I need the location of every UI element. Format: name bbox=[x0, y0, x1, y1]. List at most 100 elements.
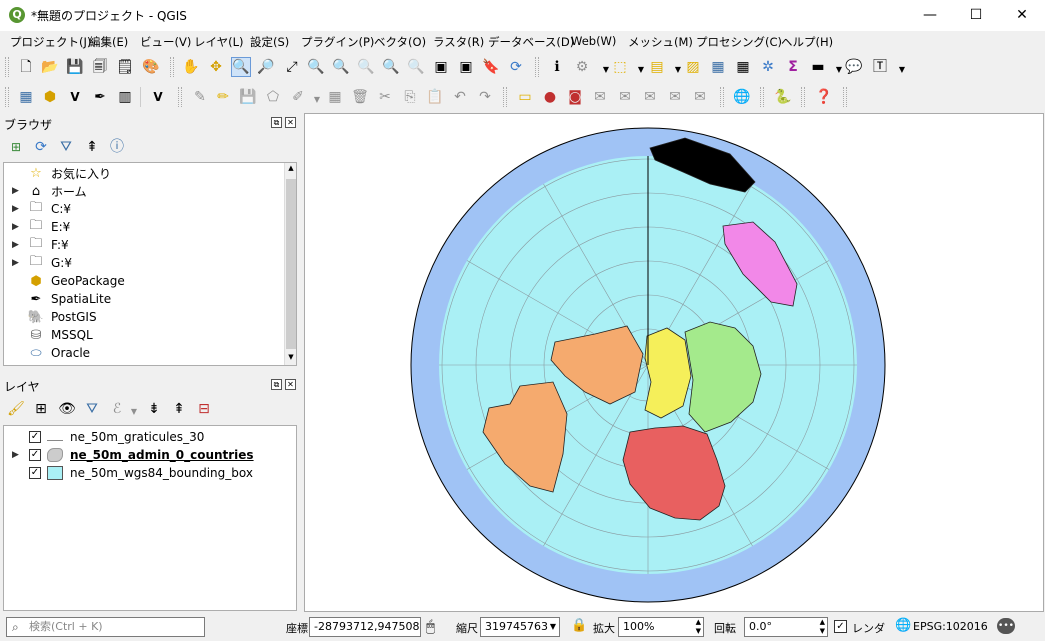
show-hide-labels-icon[interactable]: ✉ bbox=[616, 88, 634, 106]
float-panel-icon[interactable]: ⧉ bbox=[271, 379, 282, 390]
menu-view[interactable]: ビュー(V) bbox=[140, 34, 191, 50]
layer-labeling-icon[interactable]: ● bbox=[541, 88, 559, 106]
chevron-down-icon[interactable]: ▼ bbox=[550, 618, 556, 636]
zoom-last-icon[interactable]: 🔍 bbox=[382, 58, 400, 76]
add-feature-icon[interactable]: ⬠ bbox=[264, 88, 282, 106]
filter-icon[interactable]: ⛛ bbox=[57, 138, 75, 156]
lock-scale-icon[interactable]: 🔒 bbox=[571, 618, 587, 633]
magnifier-spinbox[interactable]: 100% ▲ ▼ bbox=[618, 617, 704, 637]
toolbar-grip[interactable] bbox=[170, 57, 174, 77]
paste-features-icon[interactable]: 📋 bbox=[426, 88, 444, 106]
menu-plugins[interactable]: プラグイン(P) bbox=[301, 34, 374, 50]
python-console-icon[interactable]: 🐍 bbox=[774, 88, 792, 106]
new-project-icon[interactable]: 🗋 bbox=[17, 58, 35, 76]
add-geopackage-icon[interactable]: ⬢ bbox=[41, 88, 59, 106]
open-project-icon[interactable]: 📂 bbox=[41, 58, 59, 76]
menu-project[interactable]: プロジェクト(J) bbox=[10, 34, 91, 50]
label-toolbar-icon[interactable]: ▭ bbox=[516, 88, 534, 106]
zoom-to-layer-icon[interactable]: 🔍 bbox=[332, 58, 350, 76]
browser-item[interactable]: ▶ 🗀 C:¥ bbox=[4, 200, 284, 218]
add-group-icon[interactable]: ⊞ bbox=[32, 400, 50, 418]
coordinate-field[interactable]: -28793712,9475084 bbox=[309, 617, 421, 637]
redo-icon[interactable]: ↷ bbox=[476, 88, 494, 106]
layer-item[interactable]: ✓ ne_50m_wgs84_bounding_box bbox=[4, 464, 284, 482]
crs-label[interactable]: EPSG:102016 bbox=[913, 620, 988, 633]
layer-diagram-icon[interactable]: ◙ bbox=[566, 88, 584, 106]
browser-item[interactable]: ▶ 🗀 G:¥ bbox=[4, 254, 284, 272]
rotate-label-icon[interactable]: ✉ bbox=[666, 88, 684, 106]
add-vector-layer-icon[interactable]: V bbox=[66, 88, 84, 106]
toolbar-grip[interactable] bbox=[801, 87, 805, 107]
bookmark-icon[interactable]: 🔖 bbox=[482, 58, 500, 76]
map-view[interactable] bbox=[305, 114, 1045, 613]
field-calculator-icon[interactable]: ▦ bbox=[734, 58, 752, 76]
expand-arrow-icon[interactable]: ▶ bbox=[12, 240, 19, 250]
statistical-summary-icon[interactable]: Σ bbox=[784, 58, 802, 76]
cut-features-icon[interactable]: ✂ bbox=[376, 88, 394, 106]
expand-arrow-icon[interactable]: ▶ bbox=[12, 450, 19, 460]
browser-item[interactable]: ▶ 🗀 F:¥ bbox=[4, 236, 284, 254]
new-layer-icon[interactable]: V bbox=[149, 88, 167, 106]
zoom-in-icon[interactable]: 🔍 bbox=[231, 57, 251, 77]
browser-item[interactable]: ⬭ Oracle bbox=[4, 344, 284, 362]
locator-search-input[interactable]: 検索(Ctrl + K) bbox=[6, 617, 205, 637]
current-edits-icon[interactable]: ✎ bbox=[191, 88, 209, 106]
layout-manager-icon[interactable]: 🗒 bbox=[116, 58, 134, 76]
close-panel-icon[interactable]: ✕ bbox=[285, 117, 296, 128]
toolbar-grip[interactable] bbox=[720, 87, 724, 107]
measure-line-icon[interactable]: ▬ bbox=[809, 58, 827, 76]
rotation-spinbox[interactable]: 0.0° ▲ ▼ bbox=[744, 617, 828, 637]
zoom-native-icon[interactable]: 🔍 bbox=[357, 58, 375, 76]
close-button[interactable]: ✕ bbox=[999, 0, 1045, 31]
attribute-table-icon[interactable]: ▦ bbox=[709, 58, 727, 76]
menu-database[interactable]: データベース(D) bbox=[488, 34, 574, 50]
menu-raster[interactable]: ラスタ(R) bbox=[433, 34, 484, 50]
toolbar-grip[interactable] bbox=[503, 87, 507, 107]
delete-selected-icon[interactable]: 🗑 bbox=[351, 88, 369, 106]
toolbar-grip[interactable] bbox=[760, 87, 764, 107]
menu-edit[interactable]: 編集(E) bbox=[89, 34, 128, 50]
messages-icon[interactable]: ••• bbox=[997, 618, 1015, 634]
collapse-all-icon[interactable]: ⇞ bbox=[83, 138, 101, 156]
browser-item[interactable]: ⬢ GeoPackage bbox=[4, 272, 284, 290]
map-canvas[interactable] bbox=[304, 113, 1044, 612]
toolbar-grip[interactable] bbox=[5, 87, 9, 107]
toolbar-grip[interactable] bbox=[178, 87, 182, 107]
copy-features-icon[interactable]: ⎘ bbox=[401, 88, 419, 106]
new-map-view-icon[interactable]: ▣ bbox=[432, 58, 450, 76]
change-label-icon[interactable]: ✉ bbox=[691, 88, 709, 106]
expand-arrow-icon[interactable]: ▶ bbox=[12, 204, 19, 214]
processing-toolbox-icon[interactable]: ✲ bbox=[759, 58, 777, 76]
refresh-icon[interactable]: ⟳ bbox=[32, 138, 50, 156]
chevron-down-icon[interactable]: ▼ bbox=[125, 403, 143, 421]
chevron-down-icon[interactable]: ▼ bbox=[893, 61, 911, 79]
browser-item[interactable]: ⛁ MSSQL bbox=[4, 326, 284, 344]
toolbar-grip[interactable] bbox=[535, 57, 539, 77]
crs-globe-icon[interactable]: 🌐 bbox=[895, 618, 911, 633]
style-manager-icon[interactable]: 🎨 bbox=[142, 58, 160, 76]
save-edits-icon[interactable]: 💾 bbox=[239, 88, 257, 106]
browser-item[interactable]: ▶ 🗀 E:¥ bbox=[4, 218, 284, 236]
add-selected-layers-icon[interactable]: ⊞ bbox=[7, 138, 25, 156]
maximize-button[interactable]: ☐ bbox=[953, 0, 999, 31]
expand-all-icon[interactable]: ⇟ bbox=[145, 400, 163, 418]
select-features-icon[interactable]: ⬚ bbox=[611, 58, 629, 76]
filter-expression-icon[interactable]: ℰ bbox=[108, 400, 126, 418]
pan-hand-icon[interactable]: ✋ bbox=[182, 58, 200, 76]
browser-tree[interactable]: ☆ お気に入り ▶ ⌂ ホーム ▶ 🗀 C:¥ ▶ 🗀 E:¥ ▶ 🗀 F:¥ ▶ 🗀 G:¥ ⬢ GeoPacka… bbox=[3, 162, 297, 366]
menu-layer[interactable]: レイヤ(L) bbox=[194, 34, 244, 50]
help-icon[interactable]: ❓ bbox=[815, 88, 833, 106]
undo-icon[interactable]: ↶ bbox=[451, 88, 469, 106]
expand-arrow-icon[interactable]: ▶ bbox=[12, 186, 19, 196]
float-panel-icon[interactable]: ⧉ bbox=[271, 117, 282, 128]
browser-item[interactable]: ▶ ⌂ ホーム bbox=[4, 182, 284, 200]
pin-labels-icon[interactable]: ✉ bbox=[591, 88, 609, 106]
menu-web[interactable]: Web(W) bbox=[571, 34, 616, 48]
info-icon[interactable]: ⓘ bbox=[108, 138, 126, 156]
toggle-extents-icon[interactable]: 🖱 bbox=[426, 617, 435, 635]
expand-arrow-icon[interactable]: ▶ bbox=[12, 258, 19, 268]
menu-settings[interactable]: 設定(S) bbox=[250, 34, 289, 50]
filter-legend-icon[interactable]: ⛛ bbox=[83, 400, 101, 418]
zoom-to-selection-icon[interactable]: 🔍 bbox=[307, 58, 325, 76]
layer-visibility-checkbox[interactable]: ✓ bbox=[29, 467, 41, 479]
